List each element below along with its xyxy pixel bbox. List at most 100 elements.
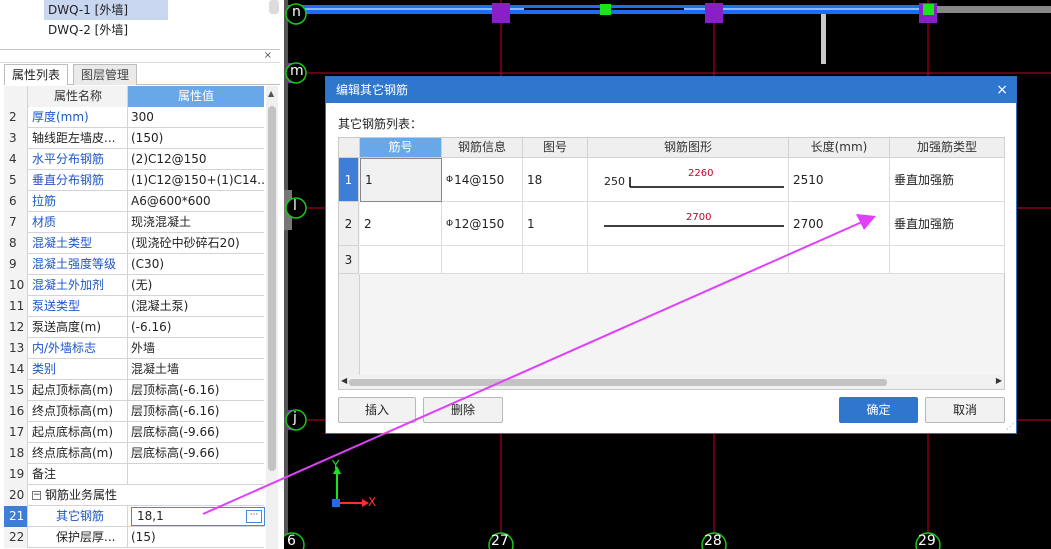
other-rebar-input[interactable]: 18,1 ··· [131, 507, 265, 526]
collapse-icon[interactable]: − [32, 491, 41, 500]
property-row[interactable]: 22 保护层厚... (15) [4, 527, 264, 548]
scrollbar-thumb[interactable] [349, 379, 887, 386]
ellipsis-button[interactable]: ··· [246, 510, 262, 523]
property-name: 起点顶标高(m) [29, 380, 128, 401]
property-row-number: 5 [4, 170, 28, 191]
column-header-length[interactable]: 长度(mm) [789, 138, 890, 158]
property-row[interactable]: 3 轴线距左墙皮... (150) [4, 128, 264, 149]
table-horizontal-scrollbar[interactable]: ◀ ▶ [339, 375, 1004, 389]
property-row[interactable]: 10 混凝土外加剂 (无) [4, 275, 264, 296]
property-value[interactable]: (-6.16) [128, 317, 264, 338]
scrollbar-thumb[interactable] [268, 106, 276, 471]
property-value[interactable]: (2)C12@150 [128, 149, 264, 170]
property-row-number: 16 [4, 401, 28, 422]
property-grid-scrollbar[interactable]: ▲ [266, 86, 278, 549]
table-row-number[interactable]: 3 [339, 246, 359, 274]
cell-rebar-info[interactable]: Φ 14@150 [442, 158, 523, 202]
property-row[interactable]: 8 混凝土类型 (现浇砼中砂碎石20) [4, 233, 264, 254]
property-value[interactable]: 外墙 [128, 338, 264, 359]
column-header-rebar-shape[interactable]: 钢筋图形 [588, 138, 789, 158]
property-value[interactable]: (15) [128, 527, 264, 548]
tree-scrollbar[interactable] [269, 0, 279, 14]
property-value[interactable]: 层底标高(-9.66) [128, 422, 264, 443]
property-row[interactable]: 7 材质 现浇混凝土 [4, 212, 264, 233]
property-value[interactable]: A6@600*600 [128, 191, 264, 212]
property-row[interactable]: 6 拉筋 A6@600*600 [4, 191, 264, 212]
dialog-title-bar[interactable]: 编辑其它钢筋 × [326, 77, 1016, 103]
property-row[interactable]: 4 水平分布钢筋 (2)C12@150 [4, 149, 264, 170]
cell-rebar-info[interactable]: Φ 12@150 [442, 202, 523, 246]
cell-length[interactable]: 2700 [789, 202, 890, 246]
property-name: 垂直分布钢筋 [29, 170, 128, 191]
panel-close-icon[interactable]: × [264, 50, 272, 61]
cancel-button[interactable]: 取消 [925, 397, 1005, 423]
property-row[interactable]: 17 起点底标高(m) 层底标高(-9.66) [4, 422, 264, 443]
property-value[interactable]: (150) [128, 128, 264, 149]
property-value[interactable]: 混凝土墙 [128, 359, 264, 380]
property-value[interactable] [128, 464, 264, 485]
cell-figure-no[interactable]: 1 [523, 202, 588, 246]
property-value[interactable]: (无) [128, 275, 264, 296]
scroll-left-icon[interactable]: ◀ [341, 376, 347, 385]
axis-label-j: j [293, 410, 297, 426]
property-value[interactable]: 层顶标高(-6.16) [128, 380, 264, 401]
cell-bar-no[interactable]: 2 [360, 202, 442, 246]
property-value[interactable]: 现浇混凝土 [128, 212, 264, 233]
cell-bar-no[interactable]: 1 [360, 158, 442, 202]
column-header-rebar-info[interactable]: 钢筋信息 [442, 138, 523, 158]
property-row[interactable]: 19 备注 [4, 464, 264, 485]
property-row[interactable]: 5 垂直分布钢筋 (1)C12@150+(1)C14... [4, 170, 264, 191]
cell-reinforce-type[interactable]: 垂直加强筋 [890, 202, 1005, 246]
property-value[interactable]: (1)C12@150+(1)C14... [128, 170, 264, 191]
tree-item-dwq-1[interactable]: DWQ-1 [外墙] [44, 0, 168, 20]
cell-figure-no[interactable]: 18 [523, 158, 588, 202]
property-row-number: 4 [4, 149, 28, 170]
property-row[interactable]: 2 厚度(mm) 300 [4, 107, 264, 128]
property-row[interactable]: 15 起点顶标高(m) 层顶标高(-6.16) [4, 380, 264, 401]
property-row[interactable]: 11 泵送类型 (混凝土泵) [4, 296, 264, 317]
property-row-selected[interactable]: 21 其它钢筋 18,1 ··· [4, 506, 265, 527]
scroll-right-icon[interactable]: ▶ [996, 376, 1002, 385]
property-value[interactable]: (C30) [128, 254, 264, 275]
cell-length[interactable] [789, 246, 890, 274]
property-row[interactable]: 14 类别 混凝土墙 [4, 359, 264, 380]
cell-rebar-shape[interactable] [588, 246, 789, 274]
scroll-up-icon[interactable]: ▲ [268, 89, 274, 98]
property-value[interactable]: (混凝土泵) [128, 296, 264, 317]
property-row[interactable]: 12 泵送高度(m) (-6.16) [4, 317, 264, 338]
delete-button[interactable]: 删除 [423, 397, 503, 423]
column-header-reinforce-type[interactable]: 加强筋类型 [890, 138, 1005, 158]
property-name: 泵送类型 [29, 296, 128, 317]
insert-button[interactable]: 插入 [338, 397, 416, 423]
dialog-close-icon[interactable]: × [996, 77, 1008, 103]
rebar-shape-drawing [604, 225, 784, 227]
cell-figure-no[interactable] [523, 246, 588, 274]
property-row[interactable]: 13 内/外墙标志 外墙 [4, 338, 264, 359]
cell-reinforce-type[interactable]: 垂直加强筋 [890, 158, 1005, 202]
ok-button[interactable]: 确定 [839, 397, 918, 423]
tab-layer-manager[interactable]: 图层管理 [73, 64, 138, 85]
cell-rebar-shape[interactable]: 250 2260 [588, 158, 789, 202]
property-value[interactable]: 300 [128, 107, 264, 128]
property-value[interactable]: (现浇砼中砂碎石20) [128, 233, 264, 254]
property-row[interactable]: 18 终点底标高(m) 层底标高(-9.66) [4, 443, 264, 464]
property-value[interactable]: 层底标高(-9.66) [128, 443, 264, 464]
cell-rebar-info[interactable] [442, 246, 523, 274]
tree-item-dwq-2[interactable]: DWQ-2 [外墙] [44, 20, 132, 40]
property-row[interactable]: 9 混凝土强度等级 (C30) [4, 254, 264, 275]
cell-reinforce-type[interactable] [890, 246, 1005, 274]
table-row-number[interactable]: 1 [339, 158, 359, 202]
property-name: 内/外墙标志 [29, 338, 128, 359]
property-row[interactable]: 16 终点顶标高(m) 层顶标高(-6.16) [4, 401, 264, 422]
column-header-figure-no[interactable]: 图号 [523, 138, 588, 158]
cell-length[interactable]: 2510 [789, 158, 890, 202]
property-group-row[interactable]: 20− 钢筋业务属性 [4, 485, 264, 506]
resize-grip-icon[interactable]: ⋰ [1006, 422, 1014, 431]
cell-bar-no[interactable] [360, 246, 442, 274]
table-row-number[interactable]: 2 [339, 202, 359, 246]
cell-rebar-shape[interactable]: 2700 [588, 202, 789, 246]
column-header-bar-no[interactable]: 筋号 [360, 138, 442, 158]
axis-label-bottom-28: 28 [704, 533, 722, 549]
property-value[interactable]: 层顶标高(-6.16) [128, 401, 264, 422]
tab-property-list[interactable]: 属性列表 [4, 64, 69, 85]
